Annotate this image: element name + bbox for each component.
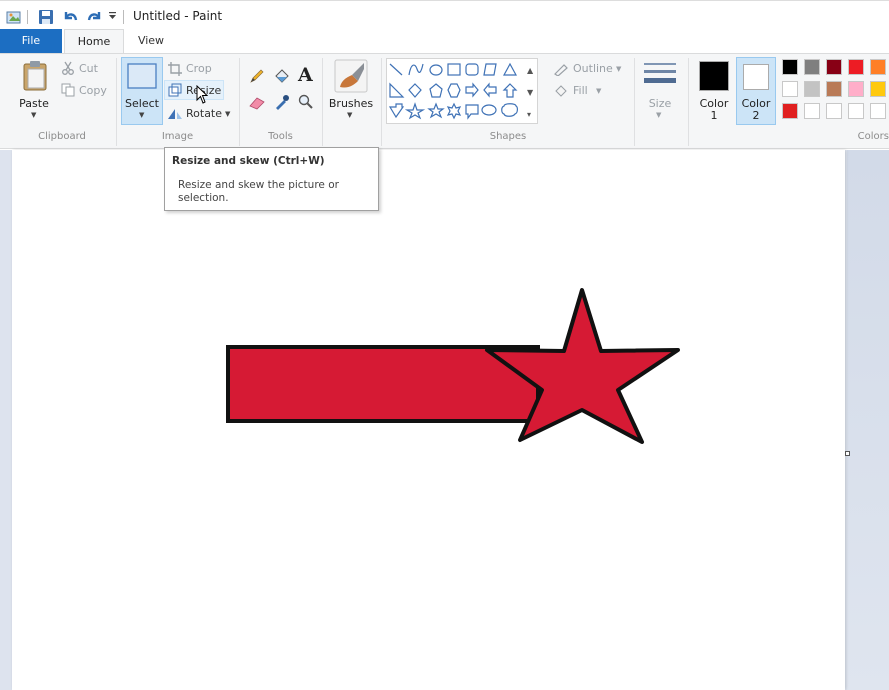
- select-icon[interactable]: [127, 63, 157, 89]
- save-icon[interactable]: [38, 9, 54, 25]
- image-group-label: Image: [161, 131, 194, 142]
- clipboard-group-label: Clipboard: [38, 131, 86, 142]
- tooltip-title: Resize and skew (Ctrl+W): [172, 155, 325, 167]
- workspace-left-edge: [0, 150, 12, 690]
- quick-access-separator: [27, 10, 28, 24]
- copy-icon[interactable]: [61, 83, 75, 97]
- rotate-icon[interactable]: [167, 106, 183, 120]
- svg-text:▾: ▾: [527, 110, 531, 119]
- copy-button[interactable]: Copy: [79, 84, 107, 97]
- fill-button[interactable]: Fill: [573, 84, 588, 97]
- resize-icon[interactable]: [168, 83, 182, 97]
- mouse-cursor-icon: [196, 85, 208, 105]
- crop-icon[interactable]: [168, 62, 182, 76]
- palette-swatch[interactable]: [804, 59, 820, 75]
- color2-number[interactable]: 2: [736, 109, 776, 122]
- palette-swatch[interactable]: [782, 59, 798, 75]
- size-icon[interactable]: [643, 61, 677, 91]
- fill-icon[interactable]: [273, 68, 290, 84]
- colors-group-label: Colors: [857, 131, 889, 142]
- magnifier-icon[interactable]: [298, 94, 314, 110]
- title-separator: [123, 10, 124, 24]
- ribbon-tabs: File Home View: [0, 29, 889, 54]
- color1-number[interactable]: 1: [694, 109, 734, 122]
- color1-swatch[interactable]: [699, 61, 729, 91]
- palette-swatch[interactable]: [826, 103, 842, 119]
- undo-icon[interactable]: [63, 9, 79, 25]
- cut-button[interactable]: Cut: [79, 62, 98, 75]
- customize-icon[interactable]: [108, 11, 117, 20]
- rotate-dropdown-arrow[interactable]: ▼: [225, 110, 230, 118]
- palette-swatch[interactable]: [782, 81, 798, 97]
- group-divider: [116, 58, 117, 146]
- size-dropdown-arrow[interactable]: ▼: [656, 111, 661, 119]
- canvas-resize-handle[interactable]: [845, 451, 850, 456]
- palette-swatch[interactable]: [826, 81, 842, 97]
- fill-dropdown-arrow[interactable]: ▼: [596, 87, 601, 95]
- cut-icon[interactable]: [61, 61, 75, 75]
- outline-icon[interactable]: [553, 62, 569, 76]
- brushes-button-label[interactable]: Brushes: [327, 97, 375, 110]
- redo-icon[interactable]: [86, 9, 102, 25]
- brushes-icon[interactable]: [334, 59, 368, 93]
- palette-swatch[interactable]: [848, 81, 864, 97]
- workspace-right-area: [847, 150, 889, 690]
- text-icon[interactable]: A: [298, 64, 313, 86]
- fill-shape-icon[interactable]: [553, 84, 569, 98]
- eraser-icon[interactable]: [249, 96, 266, 110]
- paste-dropdown-arrow[interactable]: ▼: [31, 111, 36, 119]
- rotate-button-label[interactable]: Rotate: [186, 107, 222, 120]
- paste-button-label[interactable]: Paste: [14, 97, 54, 110]
- tools-group-label: Tools: [268, 131, 293, 142]
- select-dropdown-arrow[interactable]: ▼: [139, 111, 144, 119]
- tooltip: Resize and skew (Ctrl+W) Resize and skew…: [164, 147, 379, 211]
- shapes-group-label: Shapes: [489, 131, 527, 142]
- group-divider: [381, 58, 382, 146]
- outline-button[interactable]: Outline: [573, 62, 613, 75]
- tooltip-description: Resize and skew the picture or selection…: [178, 179, 339, 204]
- tab-view[interactable]: View: [128, 29, 174, 53]
- drawing-layer: [226, 288, 680, 444]
- svg-text:▼: ▼: [527, 88, 534, 97]
- palette-swatch[interactable]: [782, 103, 798, 119]
- shapes-gallery-icons[interactable]: ▲ ▼ ▾: [387, 59, 539, 125]
- red-rectangle[interactable]: [226, 345, 540, 423]
- group-divider: [322, 58, 323, 146]
- shapes-gallery[interactable]: ▲ ▼ ▾: [386, 58, 538, 124]
- palette-swatch[interactable]: [804, 81, 820, 97]
- drawing-canvas[interactable]: [12, 150, 845, 690]
- tab-home[interactable]: Home: [64, 29, 124, 54]
- group-divider: [688, 58, 689, 146]
- tab-file[interactable]: File: [0, 29, 62, 53]
- brushes-dropdown-arrow[interactable]: ▼: [347, 111, 352, 119]
- palette-swatch[interactable]: [826, 59, 842, 75]
- size-button-label[interactable]: Size: [640, 97, 680, 110]
- palette-swatch[interactable]: [870, 59, 886, 75]
- palette-swatch[interactable]: [870, 103, 886, 119]
- paste-icon[interactable]: [22, 60, 48, 92]
- group-divider: [634, 58, 635, 146]
- palette-swatch[interactable]: [804, 103, 820, 119]
- outline-dropdown-arrow[interactable]: ▼: [616, 65, 621, 73]
- crop-button[interactable]: Crop: [186, 62, 212, 75]
- title-bar: Untitled - Paint: [0, 0, 889, 30]
- palette-swatch[interactable]: [870, 81, 886, 97]
- color-picker-icon[interactable]: [274, 94, 290, 110]
- paint-app-icon[interactable]: [6, 9, 22, 25]
- palette-swatch[interactable]: [848, 59, 864, 75]
- select-button-label[interactable]: Select: [121, 97, 163, 110]
- color2-swatch[interactable]: [743, 64, 769, 90]
- window-title: Untitled - Paint: [133, 9, 223, 23]
- svg-text:▲: ▲: [527, 66, 534, 75]
- pencil-icon[interactable]: [249, 68, 265, 84]
- palette-swatch[interactable]: [848, 103, 864, 119]
- ribbon: Paste ▼ Cut Copy Clipboard Select ▼ Crop…: [0, 53, 889, 149]
- group-divider: [239, 58, 240, 146]
